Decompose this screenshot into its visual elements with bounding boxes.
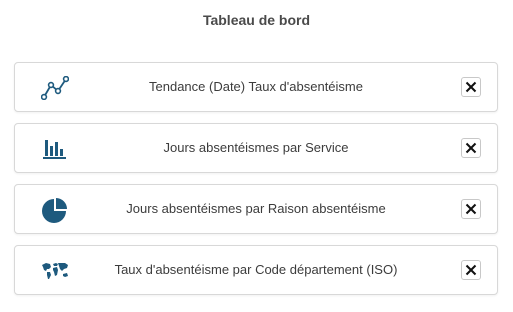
widget-label: Tendance (Date) Taux d'absentéisme xyxy=(149,79,363,94)
world-map-icon xyxy=(41,258,69,284)
remove-widget-button[interactable] xyxy=(461,77,481,97)
widget-card-service[interactable]: Jours absentéismes par Service xyxy=(14,123,498,173)
close-icon xyxy=(465,203,477,215)
widget-card-reason[interactable]: Jours absentéismes par Raison absentéism… xyxy=(14,184,498,234)
widget-card-trend[interactable]: Tendance (Date) Taux d'absentéisme xyxy=(14,62,498,112)
remove-widget-button[interactable] xyxy=(461,199,481,219)
widget-label: Jours absentéismes par Service xyxy=(163,140,349,155)
widget-list: Tendance (Date) Taux d'absentéisme Jours… xyxy=(14,62,498,306)
widget-card-department[interactable]: Taux d'absentéisme par Code département … xyxy=(14,245,498,295)
close-icon xyxy=(465,81,477,93)
remove-widget-button[interactable] xyxy=(461,138,481,158)
widget-label: Jours absentéismes par Raison absentéism… xyxy=(126,201,386,216)
page-title: Tableau de bord xyxy=(202,12,311,28)
pie-chart-icon xyxy=(41,197,69,223)
line-chart-icon xyxy=(41,75,69,101)
close-icon xyxy=(465,142,477,154)
bar-chart-icon xyxy=(41,136,69,162)
remove-widget-button[interactable] xyxy=(461,260,481,280)
close-icon xyxy=(465,264,477,276)
widget-label: Taux d'absentéisme par Code département … xyxy=(114,262,398,277)
